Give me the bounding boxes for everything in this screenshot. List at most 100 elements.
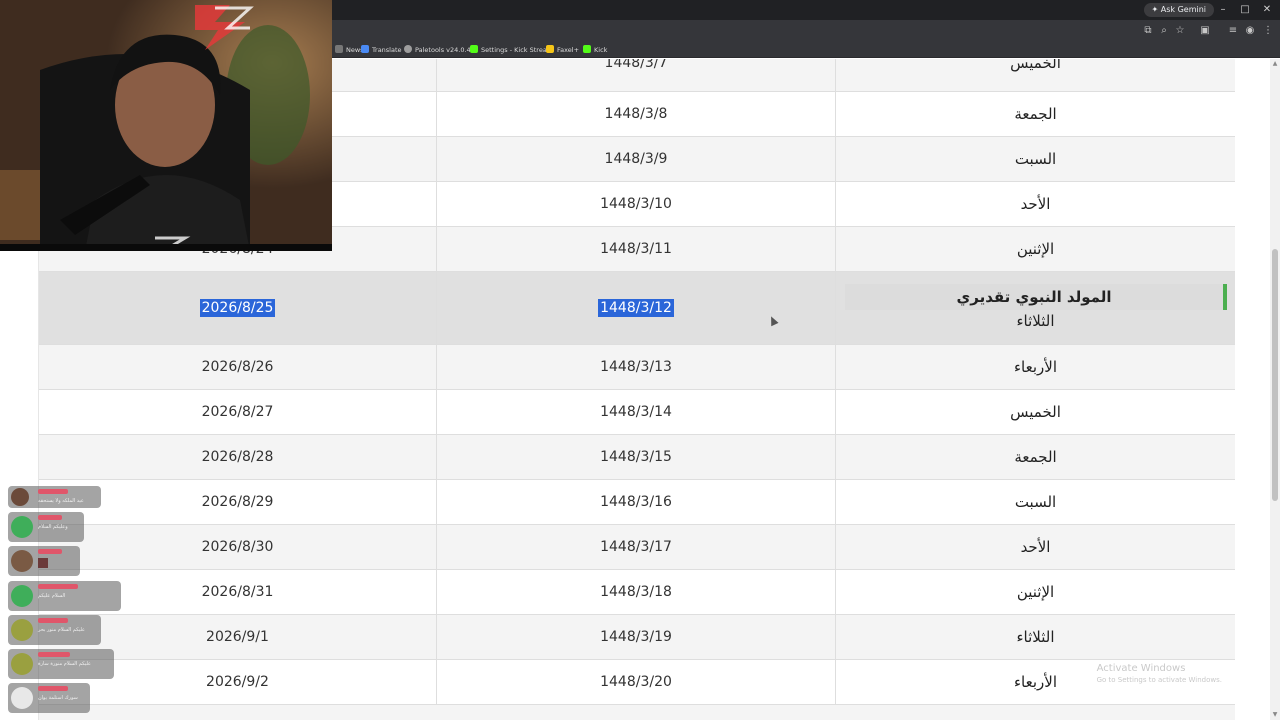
chat-avatar	[11, 653, 33, 675]
gregorian-date-cell: 2026/8/30	[39, 525, 437, 569]
chat-message: عليكم السلام منور بحر	[8, 615, 101, 645]
bookmark-label: Paletools v24.0.48	[415, 46, 475, 54]
chat-message: عليكم السلام منورة سارة	[8, 649, 114, 679]
hijri-date-cell: 1448/3/10	[437, 182, 836, 226]
kick-icon	[583, 45, 591, 53]
bookmark-label: Settings - Kick Strea...	[481, 46, 553, 54]
weekday-cell: الإثنين	[1016, 240, 1055, 258]
weekday-cell: الخميس	[1010, 403, 1061, 421]
paletools-icon	[404, 45, 412, 53]
table-row: 2026/8/30 1448/3/17 الأحد	[39, 525, 1235, 570]
bookmark-star-icon[interactable]: ☆	[1173, 24, 1187, 38]
hijri-date-cell: 1448/3/9	[437, 137, 836, 181]
hijri-date-cell: 1448/3/8	[437, 92, 836, 136]
gregorian-date-cell: 2026/8/27	[39, 390, 437, 434]
hijri-date-cell: 1448/3/18	[437, 570, 836, 614]
bookmark-translate[interactable]: Translate	[361, 44, 402, 56]
table-row-holiday: 2026/8/25 1448/3/12 المولد النبوي تقديري…	[39, 272, 1235, 345]
gregorian-date-cell: 2026/8/26	[39, 345, 437, 389]
weekday-cell: الثلاثاء	[1016, 628, 1055, 646]
news-icon	[335, 45, 343, 53]
hijri-date-cell: 1448/3/16	[437, 480, 836, 524]
translate-icon	[361, 45, 369, 53]
weekday-cell: الجمعة	[1014, 448, 1057, 466]
chat-username	[38, 618, 68, 623]
maximize-button[interactable]: □	[1234, 2, 1256, 18]
zoom-icon[interactable]: ⌕	[1157, 24, 1171, 38]
scroll-up-arrow-icon[interactable]: ▲	[1270, 59, 1280, 69]
chat-username	[38, 686, 68, 691]
weekday-cell: السبت	[1014, 493, 1057, 511]
hijri-date-cell: 1448/3/12	[437, 272, 836, 344]
ask-gemini-button[interactable]: ✦ Ask Gemini	[1143, 3, 1214, 17]
translate-page-icon[interactable]: ⧉	[1141, 24, 1155, 38]
bookmark-news[interactable]: News	[335, 44, 364, 56]
chat-text: السلام عليكم	[38, 593, 66, 599]
bookmark-paletools[interactable]: Paletools v24.0.48	[404, 44, 475, 56]
weekday-cell: الإثنين	[1016, 583, 1055, 601]
activate-windows-watermark: Activate Windows Go to Settings to activ…	[1097, 662, 1222, 685]
chat-avatar	[11, 516, 33, 538]
chat-message	[8, 546, 80, 576]
chat-username	[38, 549, 62, 554]
webcam-overlay	[0, 0, 332, 251]
bookmark-label: Translate	[372, 46, 402, 54]
profile-icon[interactable]: ◉	[1243, 24, 1257, 38]
chat-avatar	[11, 687, 33, 709]
chat-avatar	[11, 488, 29, 506]
webcam-image	[0, 0, 332, 251]
weekday-cell: السبت	[1014, 150, 1057, 168]
watermark-title: Activate Windows	[1096, 663, 1186, 674]
table-row: 2026/9/1 1448/3/19 الثلاثاء	[39, 615, 1235, 660]
chat-text: عيد الملكه ولا يستحقه	[38, 498, 84, 504]
hijri-date-cell: 1448/3/15	[437, 435, 836, 479]
weekday-cell: الأربعاء	[1013, 358, 1057, 376]
close-window-button[interactable]: ✕	[1256, 2, 1278, 18]
weekday-cell: الثلاثاء	[1016, 312, 1055, 330]
minimize-button[interactable]: –	[1212, 2, 1234, 18]
hijri-date-cell: 1448/3/14	[437, 390, 836, 434]
watermark-subtitle: Go to Settings to activate Windows.	[1096, 676, 1222, 684]
selected-text[interactable]: 2026/8/25	[199, 299, 276, 317]
bookmark-kick-settings[interactable]: Settings - Kick Strea...	[470, 44, 553, 56]
chat-avatar	[11, 585, 33, 607]
chat-text: عليكم السلام منورة سارة	[38, 661, 92, 667]
bookmark-faxel[interactable]: Faxel+	[546, 44, 579, 56]
table-row: 2026/8/26 1448/3/13 الأربعاء	[39, 345, 1235, 390]
chat-message: سورك استلمة يوان	[8, 683, 90, 713]
kick-icon	[470, 45, 478, 53]
gregorian-date-cell: 2026/8/25	[39, 272, 437, 344]
hijri-date-cell: 1448/3/11	[437, 227, 836, 271]
ask-gemini-label: Ask Gemini	[1160, 5, 1206, 14]
chat-emote	[38, 558, 48, 568]
hijri-date-cell: 1448/3/17	[437, 525, 836, 569]
page-scrollbar[interactable]: ▲ ▼	[1270, 59, 1280, 720]
bookmark-label: Faxel+	[557, 46, 580, 54]
hijri-date-cell: 1448/3/20	[437, 660, 836, 704]
chat-username	[38, 584, 78, 589]
extensions-icon[interactable]: ▣	[1198, 24, 1212, 38]
scrollbar-thumb[interactable]	[1272, 249, 1278, 501]
weekday-cell: الأحد	[1020, 195, 1051, 213]
chat-text: عليكم السلام منور بحر	[38, 627, 86, 633]
table-row: 2026/8/31 1448/3/18 الإثنين	[39, 570, 1235, 615]
faxel-icon	[546, 45, 554, 53]
tab-search-icon[interactable]: ≡	[1226, 24, 1240, 38]
chat-message: وعليكم السلام	[8, 512, 84, 542]
bookmark-kick[interactable]: Kick	[583, 44, 607, 56]
chat-avatar	[11, 619, 33, 641]
chat-message: السلام عليكم	[8, 581, 121, 611]
chat-avatar	[11, 550, 33, 572]
chat-message: عيد الملكه ولا يستحقه	[8, 486, 101, 508]
chat-username	[38, 652, 70, 657]
hijri-date-cell: 1448/3/13	[437, 345, 836, 389]
chat-username	[38, 489, 68, 494]
selected-text[interactable]: 1448/3/12	[598, 299, 674, 317]
scroll-down-arrow-icon[interactable]: ▼	[1270, 710, 1280, 720]
bookmark-label: Kick	[594, 46, 608, 54]
weekday-cell: الجمعة	[1014, 105, 1057, 123]
gregorian-date-cell: 2026/8/28	[39, 435, 437, 479]
table-row: 2026/9/2 1448/3/20 الأربعاء	[39, 660, 1235, 705]
browser-menu-icon[interactable]: ⋮	[1261, 24, 1275, 38]
table-row	[39, 705, 1235, 720]
